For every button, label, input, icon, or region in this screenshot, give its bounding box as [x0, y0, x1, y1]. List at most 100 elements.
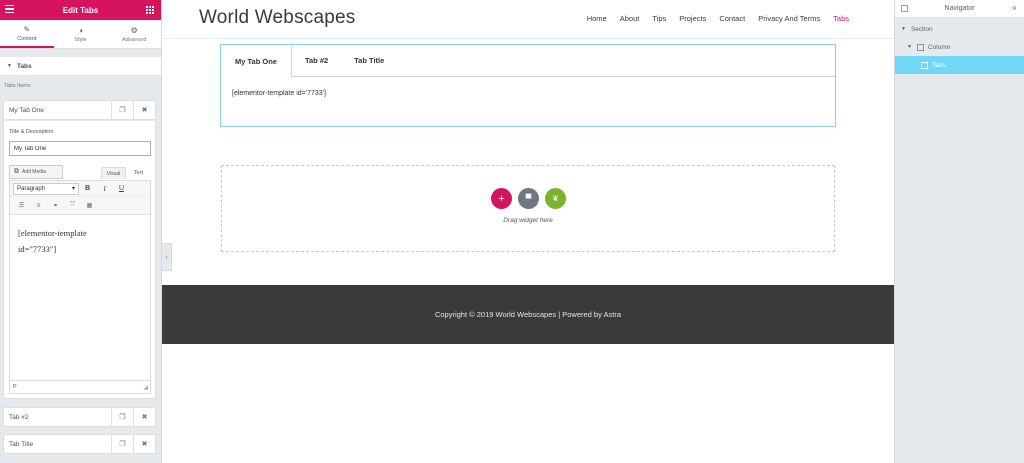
repeater-item-title: My Tab One [9, 106, 44, 114]
tab-tab-title[interactable]: Tab Title [341, 45, 397, 76]
editor-tab-text[interactable]: Text [134, 170, 143, 176]
fullscreen-icon[interactable]: ⤧ [64, 202, 81, 209]
panel-tabs: ✎ Content ◑ Style ⚙ Advanced [0, 20, 161, 49]
navigator-header: Navigator × [895, 0, 1024, 18]
remove-icon[interactable]: ✖ [133, 101, 155, 119]
template-library-icon[interactable]: ▀ [518, 188, 539, 209]
bullet-list-icon[interactable]: ☰ [13, 202, 30, 209]
paragraph-select[interactable]: Paragraph ▾ [13, 182, 79, 195]
navigator-item-column[interactable]: ▼ Column [895, 38, 1024, 56]
tab-advanced-label: Advanced [121, 36, 147, 43]
resize-grip-icon[interactable]: ◢ [143, 384, 148, 391]
site-footer: Copyright © 2019 World Webscapes | Power… [162, 285, 894, 344]
select-arrow-icon: ▾ [71, 186, 75, 192]
repeater-item-title: Tab Title [9, 440, 34, 448]
add-media-button[interactable]: ⧉ Add Media [9, 165, 63, 179]
nav-privacy[interactable]: Privacy And Terms [758, 14, 820, 23]
preview-canvas: World Webscapes Home About Tips Projects… [162, 0, 894, 463]
caret-down-icon: ▼ [907, 44, 912, 50]
footer-text: Copyright © 2019 World Webscapes | Power… [434, 310, 622, 319]
tabs-widget-nav: My Tab One Tab #2 Tab Title [221, 45, 835, 78]
tab-advanced[interactable]: ⚙ Advanced [107, 20, 161, 48]
navigator-item-label: Section [910, 25, 933, 33]
nav-about[interactable]: About [620, 14, 640, 23]
navigator-item-label: Column [927, 43, 951, 51]
column-icon [916, 43, 924, 51]
duplicate-icon[interactable]: ❐ [111, 408, 133, 426]
tabs-items-label: Tabs Items [4, 83, 31, 89]
add-media-label: Add Media [22, 169, 46, 175]
editor-tab-visual[interactable]: Visual [101, 167, 126, 179]
remove-icon[interactable]: ✖ [133, 408, 155, 426]
paragraph-select-value: Paragraph [17, 185, 46, 192]
italic-icon[interactable]: I [96, 185, 113, 193]
numbered-list-icon[interactable]: ≡ [30, 203, 47, 209]
add-section-icon[interactable]: + [491, 188, 512, 209]
pencil-icon: ✎ [23, 24, 31, 34]
repeater-item-3[interactable]: Tab Title ❐ ✖ [3, 434, 156, 454]
editor-content-line-2: id="7733"] [18, 244, 57, 254]
editor-statusbar: P ◢ [10, 380, 150, 393]
editor-panel: Edit Tabs ✎ Content ◑ Style ⚙ Advanced ▼… [0, 0, 162, 463]
navigator-item-section[interactable]: ▼ Section [895, 20, 1024, 38]
nav-tabs[interactable]: Tabs [833, 14, 849, 23]
app-root: Edit Tabs ✎ Content ◑ Style ⚙ Advanced ▼… [0, 0, 1024, 463]
drop-zone[interactable]: + ▀ ❦ Drag widget here [221, 165, 835, 252]
editor-content[interactable]: [elementor-template id="7733"] [10, 215, 150, 267]
link-icon[interactable]: ⚭ [47, 202, 64, 209]
editor-content-line-1: [elementor-template [18, 228, 87, 238]
remove-icon[interactable]: ✖ [133, 435, 155, 453]
expand-all-icon[interactable] [901, 5, 908, 12]
toolbar-toggle-icon[interactable]: ▦ [81, 202, 98, 209]
bold-icon[interactable]: B [79, 185, 96, 192]
header-divider [162, 38, 894, 39]
navigator-panel: Navigator × ▼ Section ▼ Column Tabs [894, 0, 1024, 463]
hamburger-menu-icon[interactable] [5, 5, 14, 14]
caret-down-icon: ▼ [7, 63, 12, 69]
element-path: P [13, 384, 17, 390]
repeater-item-1[interactable]: My Tab One ❐ ✖ [3, 100, 156, 120]
main-nav: Home About Tips Projects Contact Privacy… [574, 14, 849, 23]
gear-icon: ⚙ [130, 25, 138, 35]
wysiwyg-editor[interactable]: Paragraph ▾ B I U ☰ ≡ ⚭ ⤧ ▦ [elementor-t… [9, 180, 151, 394]
tab-my-tab-one[interactable]: My Tab One [221, 45, 292, 78]
site-title[interactable]: World Webscapes [199, 7, 355, 29]
tab-tab-2[interactable]: Tab #2 [292, 45, 341, 76]
close-icon[interactable]: × [1012, 3, 1017, 13]
repeater-item-title: Tab #2 [9, 413, 29, 421]
tab-style-label: Style [74, 36, 87, 43]
nav-home[interactable]: Home [587, 14, 607, 23]
repeater-item-2[interactable]: Tab #2 ❐ ✖ [3, 407, 156, 427]
widgets-grid-icon[interactable] [146, 6, 154, 14]
half-circle-icon: ◑ [78, 25, 83, 35]
envato-leaf-icon[interactable]: ❦ [545, 188, 566, 209]
navigator-item-tabs[interactable]: Tabs [895, 56, 1024, 74]
repeater-item-body: Title & Description ⧉ Add Media Visual T… [3, 121, 156, 399]
section-title: Tabs [16, 62, 32, 70]
title-field-label: Title & Description [9, 129, 54, 135]
collapse-panel-icon[interactable]: ‹ [162, 243, 172, 271]
duplicate-icon[interactable]: ❐ [111, 101, 133, 119]
caret-down-icon: ▼ [901, 26, 906, 32]
nav-contact[interactable]: Contact [719, 14, 745, 23]
underline-icon[interactable]: U [113, 185, 130, 192]
tab-content-label: Content [17, 35, 37, 42]
tabs-widget-icon [921, 61, 928, 69]
nav-projects[interactable]: Projects [679, 14, 706, 23]
navigator-title: Navigator [944, 5, 975, 12]
duplicate-icon[interactable]: ❐ [111, 435, 133, 453]
media-icon: ⧉ [14, 168, 19, 175]
panel-header: Edit Tabs [0, 0, 161, 20]
tab-title-input[interactable] [9, 141, 151, 156]
tabs-widget-content: [elementor-template id='7733'] [232, 90, 326, 97]
tabs-widget[interactable]: My Tab One Tab #2 Tab Title [elementor-t… [220, 44, 836, 127]
drop-zone-label: Drag widget here [503, 217, 553, 224]
nav-tips[interactable]: Tips [652, 14, 666, 23]
panel-title: Edit Tabs [62, 5, 99, 15]
tab-style[interactable]: ◑ Style [54, 20, 108, 48]
navigator-item-label: Tabs [932, 61, 946, 69]
editor-toolbar-2: ☰ ≡ ⚭ ⤧ ▦ [10, 197, 150, 215]
editor-toolbar-1: Paragraph ▾ B I U [10, 181, 150, 197]
section-toggle-tabs[interactable]: ▼ Tabs [0, 57, 161, 75]
tab-content[interactable]: ✎ Content [0, 20, 54, 48]
